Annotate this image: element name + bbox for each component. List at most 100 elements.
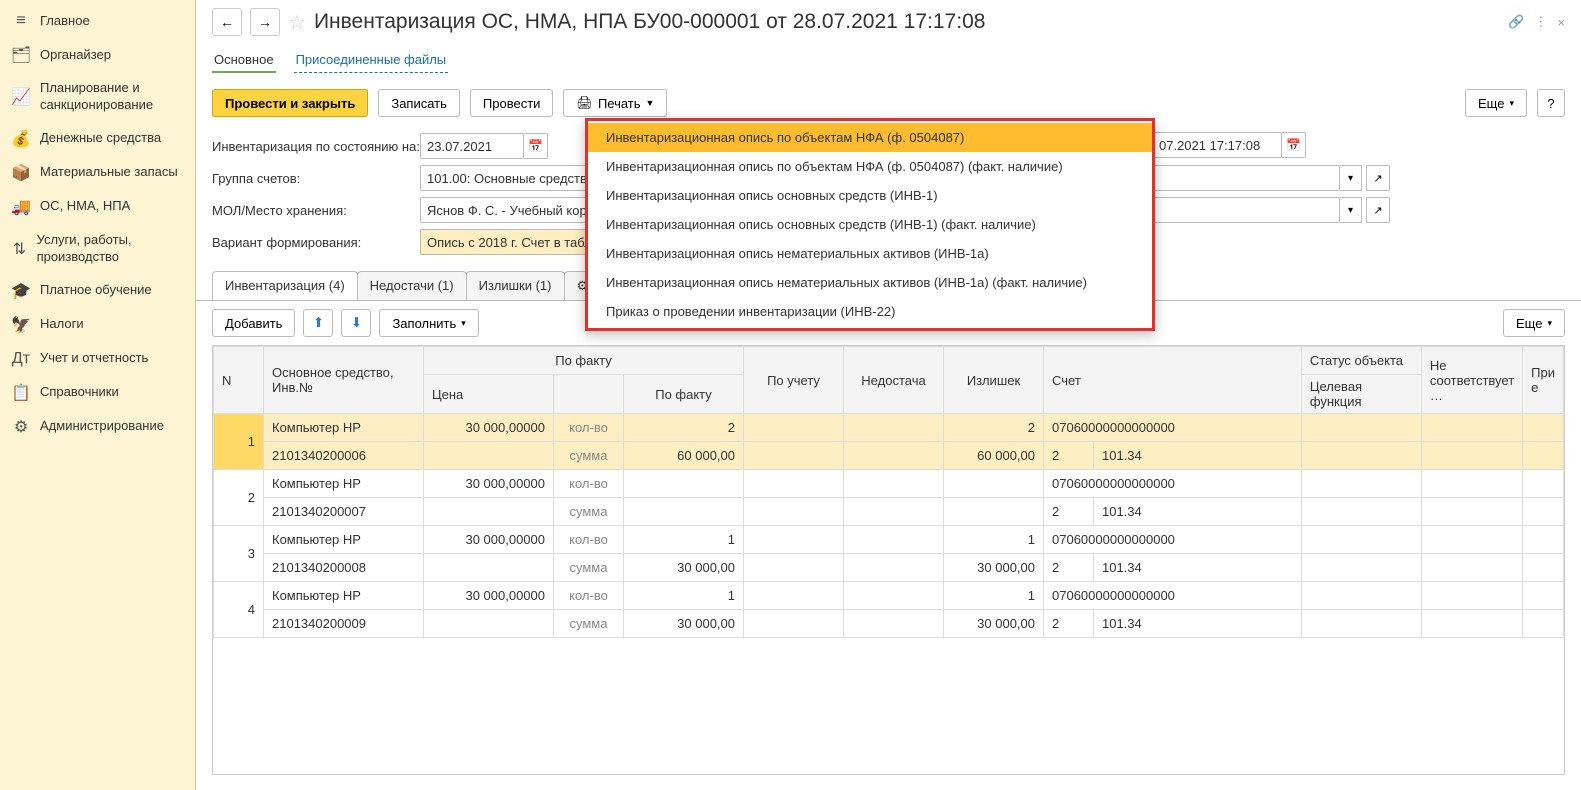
cell-target[interactable]: [1301, 498, 1421, 526]
cell-status[interactable]: [1301, 470, 1421, 498]
save-button[interactable]: Записать: [378, 89, 460, 117]
col-target[interactable]: Целевая функция: [1301, 375, 1421, 414]
variant-input[interactable]: Опись с 2018 г. Счет в табл: [420, 229, 590, 255]
subtab-overages[interactable]: Излишки (1): [466, 271, 565, 300]
sidebar-item-7[interactable]: 🎓Платное обучение: [0, 274, 195, 308]
sidebar-item-8[interactable]: 🦅Налоги: [0, 308, 195, 342]
link-icon[interactable]: 🔗: [1508, 14, 1524, 30]
print-menu-item-1[interactable]: Инвентаризационная опись по объектам НФА…: [588, 152, 1152, 181]
cell-fact-qty[interactable]: 2: [624, 414, 744, 442]
fill-button[interactable]: Заполнить ▾: [379, 309, 478, 337]
mol-open-button[interactable]: ↗: [1366, 197, 1390, 223]
cell-price-2[interactable]: [424, 554, 554, 582]
asof-input[interactable]: 23.07.2021: [420, 133, 524, 159]
cell-acct-sum[interactable]: [744, 554, 844, 582]
cell-acct-sum[interactable]: [744, 610, 844, 638]
cell-target[interactable]: [1301, 554, 1421, 582]
cell-note[interactable]: [1523, 470, 1564, 498]
print-menu-item-3[interactable]: Инвентаризационная опись основных средст…: [588, 210, 1152, 239]
col-asset[interactable]: Основное средство, Инв.№: [264, 347, 424, 414]
cell-over-sum[interactable]: [944, 498, 1044, 526]
cell-status[interactable]: [1301, 582, 1421, 610]
cell-acct-sum[interactable]: [744, 498, 844, 526]
col-n[interactable]: N: [214, 347, 264, 414]
cell-fact-sum[interactable]: 30 000,00: [624, 554, 744, 582]
cell-short-sum[interactable]: [844, 442, 944, 470]
cell-short-qty[interactable]: [844, 526, 944, 554]
cell-acct-qty[interactable]: [744, 526, 844, 554]
cell-mismatch[interactable]: [1421, 526, 1522, 554]
sidebar-item-5[interactable]: 🚚ОС, НМА, НПА: [0, 190, 195, 224]
move-down-button[interactable]: ⬇: [341, 309, 371, 337]
post-and-close-button[interactable]: Провести и закрыть: [212, 89, 368, 117]
nav-forward-button[interactable]: →: [250, 8, 280, 36]
help-button[interactable]: ?: [1537, 89, 1565, 117]
group-select-button[interactable]: ▾: [1340, 165, 1362, 191]
cell-over-sum[interactable]: 30 000,00: [944, 610, 1044, 638]
cell-note[interactable]: [1523, 582, 1564, 610]
cell-note[interactable]: [1523, 414, 1564, 442]
cell-over-qty[interactable]: [944, 470, 1044, 498]
favorite-star-icon[interactable]: ☆: [288, 10, 306, 35]
cell-asset-name[interactable]: Компьютер HP: [264, 582, 424, 610]
cell-asset-name[interactable]: Компьютер HP: [264, 414, 424, 442]
close-icon[interactable]: ×: [1557, 15, 1565, 30]
tab-main[interactable]: Основное: [212, 48, 276, 73]
cell-code[interactable]: 07060000000000000: [1044, 414, 1302, 442]
cell-asset-name[interactable]: Компьютер HP: [264, 526, 424, 554]
group-open-button[interactable]: ↗: [1366, 165, 1390, 191]
print-button[interactable]: 🖨 Печать ▼: [563, 89, 667, 117]
col-short[interactable]: Недостача: [844, 347, 944, 414]
cell-fact-qty[interactable]: 1: [624, 526, 744, 554]
doc-date-input[interactable]: 07.2021 17:17:08: [1152, 132, 1282, 158]
tab-files[interactable]: Присоединенные файлы: [294, 48, 449, 73]
cell-n[interactable]: 2: [214, 470, 264, 526]
cell-acc-n[interactable]: 2: [1044, 554, 1094, 582]
cell-status[interactable]: [1301, 414, 1421, 442]
cell-acct-sum[interactable]: [744, 442, 844, 470]
subtab-shortages[interactable]: Недостачи (1): [357, 271, 467, 300]
cell-acct-qty[interactable]: [744, 414, 844, 442]
table-row[interactable]: 2 Компьютер HP 30 000,00000 кол-во 07060…: [214, 470, 1564, 498]
cell-fact-sum[interactable]: 30 000,00: [624, 610, 744, 638]
table-row[interactable]: 2101340200006 сумма 60 000,00 60 000,00 …: [214, 442, 1564, 470]
cell-price[interactable]: 30 000,00000: [424, 526, 554, 554]
cell-n[interactable]: 1: [214, 414, 264, 470]
cell-fact-qty[interactable]: 1: [624, 582, 744, 610]
cell-fact-sum[interactable]: [624, 498, 744, 526]
table-row[interactable]: 2101340200007 сумма 2 101.34: [214, 498, 1564, 526]
col-fact-group[interactable]: По факту: [424, 347, 744, 375]
cell-short-qty[interactable]: [844, 470, 944, 498]
cell-asset-inv[interactable]: 2101340200006: [264, 442, 424, 470]
cell-acc-n[interactable]: 2: [1044, 442, 1094, 470]
col-account[interactable]: Счет: [1044, 347, 1302, 414]
subtab-inventory[interactable]: Инвентаризация (4): [212, 271, 358, 300]
cell-asset-inv[interactable]: 2101340200008: [264, 554, 424, 582]
col-over[interactable]: Излишек: [944, 347, 1044, 414]
col-fact[interactable]: По факту: [624, 375, 744, 414]
cell-price[interactable]: 30 000,00000: [424, 470, 554, 498]
move-up-button[interactable]: ⬆: [303, 309, 333, 337]
cell-note-2[interactable]: [1523, 610, 1564, 638]
cell-acc[interactable]: 101.34: [1094, 554, 1302, 582]
cell-mismatch[interactable]: [1421, 582, 1522, 610]
col-rowtype[interactable]: [554, 375, 624, 414]
cell-acc-n[interactable]: 2: [1044, 610, 1094, 638]
sidebar-item-3[interactable]: 💰Денежные средства: [0, 122, 195, 156]
table-row[interactable]: 4 Компьютер HP 30 000,00000 кол-во 1 1 0…: [214, 582, 1564, 610]
cell-over-sum[interactable]: 30 000,00: [944, 554, 1044, 582]
cell-mismatch[interactable]: [1421, 470, 1522, 498]
cell-over-qty[interactable]: 1: [944, 582, 1044, 610]
cell-mismatch[interactable]: [1421, 414, 1522, 442]
cell-asset-name[interactable]: Компьютер HP: [264, 470, 424, 498]
table-row[interactable]: 3 Компьютер HP 30 000,00000 кол-во 1 1 0…: [214, 526, 1564, 554]
table-row[interactable]: 2101340200008 сумма 30 000,00 30 000,00 …: [214, 554, 1564, 582]
cell-acc[interactable]: 101.34: [1094, 610, 1302, 638]
cell-acct-qty[interactable]: [744, 582, 844, 610]
sidebar-item-4[interactable]: 📦Материальные запасы: [0, 156, 195, 190]
cell-target[interactable]: [1301, 442, 1421, 470]
add-row-button[interactable]: Добавить: [212, 309, 295, 337]
cell-target[interactable]: [1301, 610, 1421, 638]
cell-acct-qty[interactable]: [744, 470, 844, 498]
cell-acc-n[interactable]: 2: [1044, 498, 1094, 526]
